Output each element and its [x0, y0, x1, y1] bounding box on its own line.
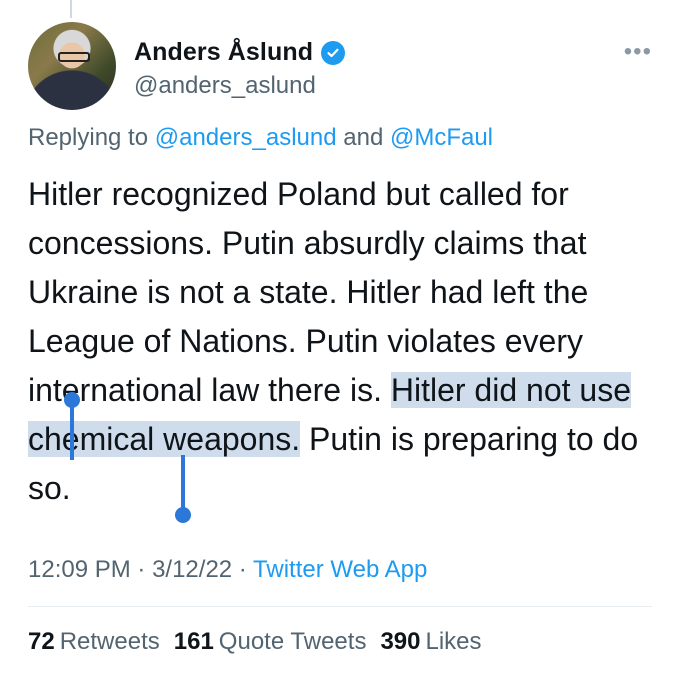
quote-tweets-label: Quote Tweets: [218, 628, 367, 655]
quote-tweets-stat[interactable]: 161 Quote Tweets: [174, 628, 367, 656]
retweets-count: 72: [28, 628, 55, 655]
selection-start-bar: [70, 402, 74, 460]
selection-end-knob[interactable]: [175, 507, 191, 523]
tweet-time[interactable]: 12:09 PM: [28, 556, 131, 583]
likes-stat[interactable]: 390 Likes: [380, 628, 481, 656]
selection-end-bar: [181, 455, 185, 513]
replying-to: Replying to @anders_aslund and @McFaul: [28, 124, 493, 152]
selection-start-knob[interactable]: [64, 392, 80, 408]
replying-prefix: Replying to: [28, 124, 155, 151]
quote-tweets-count: 161: [173, 628, 214, 655]
avatar[interactable]: [28, 22, 116, 110]
retweets-label: Retweets: [59, 628, 160, 655]
verified-badge-icon: [321, 40, 346, 65]
tweet-text[interactable]: Hitler recognized Poland but called for …: [28, 170, 668, 513]
author-handle[interactable]: @anders_aslund: [134, 72, 316, 100]
retweets-stat[interactable]: 72 Retweets: [28, 628, 160, 656]
selection-end-handle[interactable]: [175, 455, 191, 523]
reply-mention-1[interactable]: @anders_aslund: [155, 124, 337, 151]
likes-count: 390: [380, 628, 421, 655]
tweet-date[interactable]: 3/12/22: [152, 556, 232, 583]
tweet-source[interactable]: Twitter Web App: [253, 556, 427, 583]
more-horizontal-icon[interactable]: •••: [624, 38, 652, 66]
tweet-meta: 12:09 PM · 3/12/22 · Twitter Web App: [28, 556, 427, 584]
tweet-stats: 72 Retweets 161 Quote Tweets 390 Likes: [28, 628, 482, 656]
selection-start-handle[interactable]: [64, 392, 80, 460]
likes-label: Likes: [425, 628, 482, 655]
thread-connector-line: [70, 0, 72, 18]
reply-mention-2[interactable]: @McFaul: [390, 124, 493, 151]
meta-separator-1: ·: [130, 556, 153, 583]
meta-separator-2: ·: [232, 556, 254, 583]
author-name-row: Anders Åslund: [134, 38, 346, 67]
author-display-name[interactable]: Anders Åslund: [134, 38, 313, 67]
replying-joiner: and: [336, 124, 390, 151]
stats-divider: [28, 606, 652, 607]
avatar-glasses-detail: [58, 52, 90, 62]
